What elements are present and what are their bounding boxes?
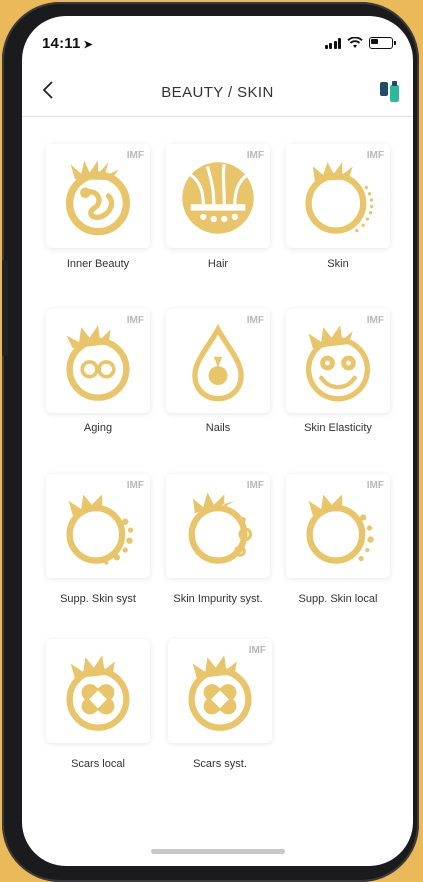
home-indicator[interactable]: [151, 849, 285, 854]
tile-label: Scars local: [71, 758, 125, 770]
tile-label: Scars syst.: [193, 758, 247, 770]
tile-hair[interactable]: IMF: [166, 144, 270, 248]
tile-skin-elasticity[interactable]: IMF: [286, 309, 390, 413]
tile-label: Skin Elasticity: [304, 422, 372, 434]
tile-nails[interactable]: IMF: [166, 309, 270, 413]
tile-label: Inner Beauty: [66, 258, 130, 270]
tile-label: Hair: [207, 258, 229, 270]
hair-icon: [182, 162, 254, 234]
tile-scars-local[interactable]: [46, 639, 150, 743]
tile-label: Aging: [83, 422, 113, 434]
supp-skin-local-icon: [306, 494, 374, 564]
phone-frame: 14:11 ➤ BEAUTY / SKIN IMF Inner Beauty I…: [2, 2, 419, 882]
tile-skin-impurity[interactable]: IMF: [166, 474, 270, 578]
wifi-icon: [347, 37, 363, 48]
tile-label: Skin Impurity syst.: [173, 593, 263, 605]
scars-syst-icon: [188, 655, 252, 731]
skin-elasticity-icon: [305, 325, 371, 402]
nav-bar: BEAUTY / SKIN: [22, 72, 413, 117]
status-time: 14:11 ➤: [42, 35, 93, 52]
inner-beauty-icon: [65, 160, 131, 236]
tile-label: Supp. Skin syst: [60, 593, 136, 605]
page-title: BEAUTY / SKIN: [161, 84, 274, 101]
tile-inner-beauty[interactable]: IMF: [46, 144, 150, 248]
tile-label: Supp. Skin local: [298, 593, 378, 605]
skin-impurity-icon: [188, 492, 253, 564]
tile-label: Nails: [205, 422, 231, 434]
tile-supp-skin-syst[interactable]: IMF: [46, 474, 150, 578]
app-logo-icon[interactable]: [379, 79, 401, 103]
tile-skin[interactable]: IMF: [286, 144, 390, 248]
tile-supp-skin-local[interactable]: IMF: [286, 474, 390, 578]
screen: 14:11 ➤ BEAUTY / SKIN IMF Inner Beauty I…: [22, 16, 413, 866]
side-button: [2, 260, 8, 356]
tile-label: Skin: [327, 258, 349, 270]
skin-icon: [305, 162, 374, 234]
tile-scars-syst[interactable]: IMF: [168, 639, 272, 743]
status-icons: [324, 37, 396, 49]
aging-icon: [66, 325, 130, 401]
status-bar: 14:11 ➤: [22, 16, 413, 66]
scars-local-icon: [66, 655, 130, 731]
nails-icon: [192, 323, 244, 402]
battery-icon: [369, 37, 396, 49]
location-arrow-icon: ➤: [83, 39, 93, 51]
tile-aging[interactable]: IMF: [46, 309, 150, 413]
supp-skin-syst-icon: [66, 494, 134, 565]
signal-icon: [324, 37, 341, 49]
time-text: 14:11: [42, 35, 81, 52]
